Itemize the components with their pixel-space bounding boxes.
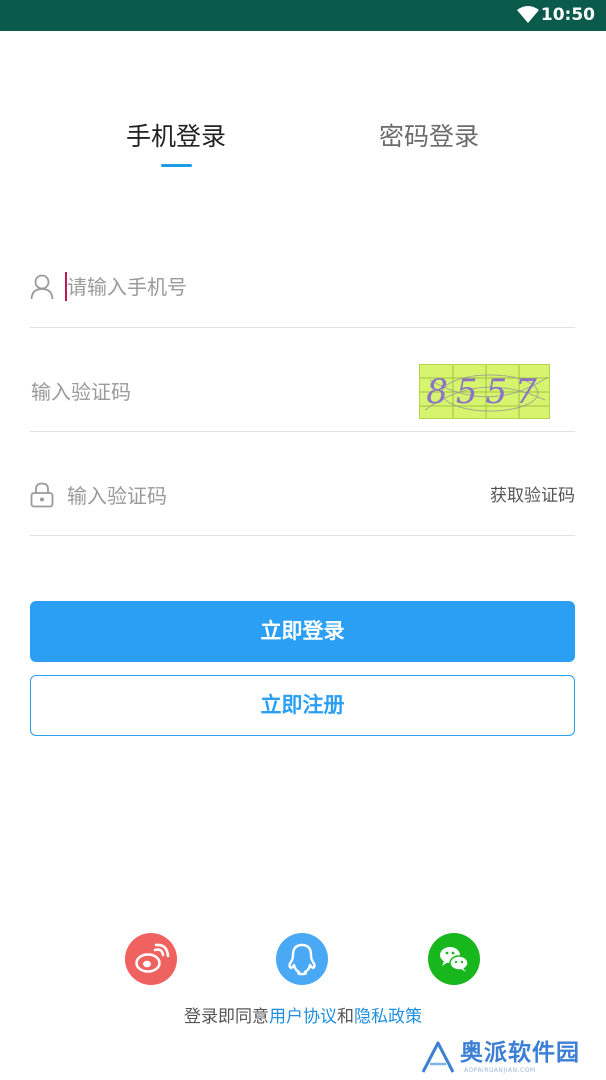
watermark-sub: AOPAIRUANJIAN.COM (464, 1067, 536, 1074)
wechat-login-button[interactable] (428, 933, 480, 985)
active-tab-indicator (161, 164, 192, 167)
captcha-image[interactable]: 8557 (419, 364, 550, 419)
watermark-text: 奥派软件园 (460, 1040, 580, 1066)
login-button[interactable]: 立即登录 (30, 601, 575, 662)
captcha-input[interactable]: 输入验证码 (31, 378, 131, 406)
status-time: 10:50 (540, 5, 595, 25)
agreement-text: 登录即同意用户协议和隐私政策 (0, 1005, 606, 1029)
qq-icon (288, 943, 316, 976)
phone-field-divider (30, 327, 575, 328)
privacy-policy-link[interactable]: 隐私政策 (354, 1007, 422, 1027)
tab-phone-login[interactable]: 手机登录 (76, 120, 276, 154)
lock-icon (30, 482, 54, 508)
user-icon (30, 274, 54, 300)
agreement-and: 和 (337, 1007, 354, 1027)
watermark-logo: 奥派软件园 AOPAIRUANJIAN.COM (420, 1037, 600, 1077)
captcha-code: 8557 (426, 372, 545, 412)
get-code-button[interactable]: 获取验证码 (490, 484, 575, 508)
weibo-login-button[interactable] (125, 933, 177, 985)
watermark-a-icon (421, 1041, 455, 1073)
sms-field-divider (30, 535, 575, 536)
register-button[interactable]: 立即注册 (30, 675, 575, 736)
agreement-prefix: 登录即同意 (184, 1007, 269, 1027)
qq-login-button[interactable] (276, 933, 328, 985)
user-agreement-link[interactable]: 用户协议 (269, 1007, 337, 1027)
weibo-icon (135, 943, 170, 973)
status-bar: 10:50 (0, 0, 606, 31)
sms-code-input[interactable]: 输入验证码 (67, 482, 167, 510)
captcha-field-divider (30, 431, 575, 432)
tab-password-login[interactable]: 密码登录 (329, 120, 529, 154)
wechat-icon (440, 947, 469, 972)
wifi-icon (517, 6, 539, 23)
phone-input[interactable]: 请输入手机号 (67, 273, 187, 301)
